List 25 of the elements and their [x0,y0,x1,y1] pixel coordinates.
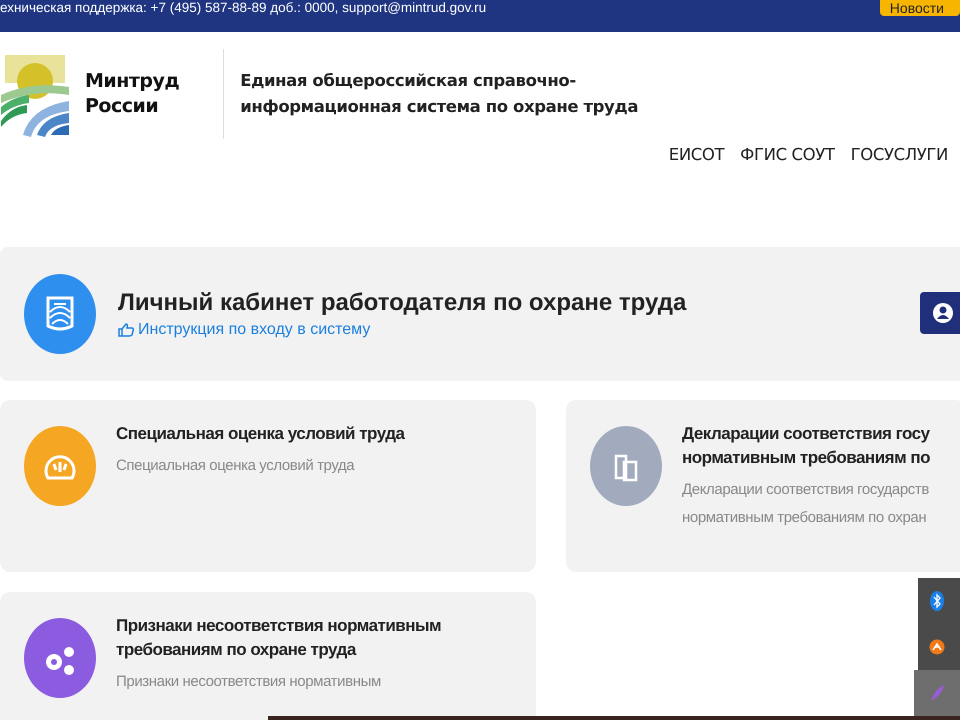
ministry-name: Минтруд России [85,68,180,118]
system-title: Единая общероссийская справочно- информационная система по охране труда [240,70,638,118]
fingerprint-icon [24,274,96,354]
app-icon [929,637,945,657]
service-card[interactable]: Признаки несоответствия нормативным требованиям по охране труда Признаки несоответствия нормативным [0,592,536,720]
nav-link[interactable]: ЕИСОТ [668,145,724,164]
support-contacts: ехническая поддержка: +7 (495) 587-88-89 доб.: 0000, support@mintrud.gov.ru [0,0,486,15]
card-title: Признаки несоответствия нормативным требованиям по охране труда [116,615,442,661]
service-card[interactable]: Специальная оценка условий труда Специальная оценка условий труда [0,400,536,572]
login-button[interactable] [920,292,960,334]
feather-icon [929,683,945,703]
card-description: Признаки несоответствия нормативным [116,672,382,692]
card-description: Специальная оценка условий труда [116,456,356,476]
bluetooth-icon [929,591,945,611]
thumbs-up-icon [118,323,134,337]
card-title: Специальная оценка условий труда [116,423,404,445]
user-icon [932,302,954,324]
cabinet-title: Личный кабинет работодателя по охране труда [118,289,686,317]
instruction-link[interactable]: Инструкция по входу в систему [118,321,686,339]
news-button[interactable]: Новости [880,0,960,16]
card-description: Декларации соответствия государств нормативным требованиям по охран [682,480,930,528]
service-card[interactable]: Декларации соответствия госу нормативным требованиям по Декларации соответствия государств нормативным требованиям по охран [566,400,960,572]
nav-link[interactable]: ГОСУСЛУГИ [850,145,948,164]
card-title: Декларации соответствия госу нормативным требованиям по [682,423,930,469]
nav-link[interactable]: ФГИС СОУТ [740,145,835,164]
